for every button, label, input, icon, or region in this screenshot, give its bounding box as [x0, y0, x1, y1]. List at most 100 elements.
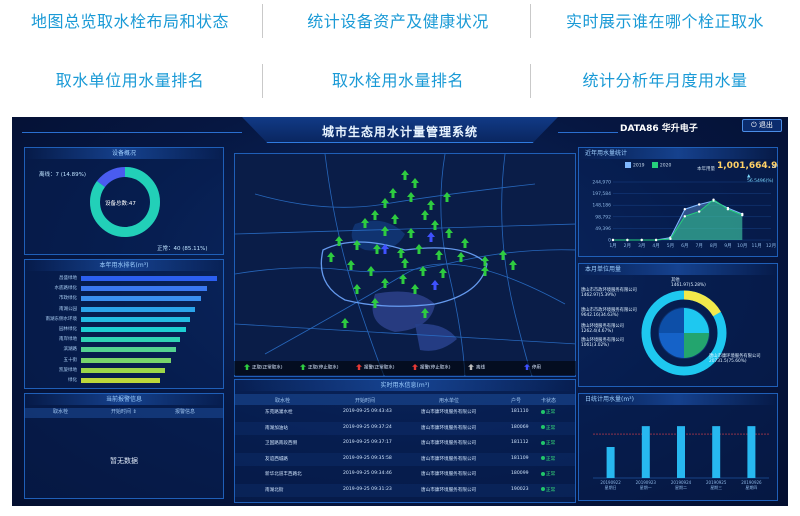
brand-logo: DATA86 华升电子: [620, 124, 698, 134]
legend-item: 停用: [524, 364, 541, 371]
rank-row: 绿化: [31, 377, 223, 384]
map-legend: 正取(正常取水) 正取(停止取水) 报警(正常取水) 报警(停止取水) 离线 停用: [234, 361, 576, 375]
x-tick-label: 7月: [695, 243, 702, 249]
daily-bar-chart: 20190922星期日20190923星期一20190924星期二2019092…: [593, 426, 769, 490]
data-point: [712, 198, 715, 201]
panel-title: 本年用水排名(m³): [25, 260, 223, 271]
rank-row: 园林绿化: [31, 326, 223, 333]
hydrant-arrow-icon: [300, 364, 306, 370]
data-point: [741, 213, 744, 217]
x-tick-label: 9月: [724, 243, 731, 249]
rank-row: 凯旋绿地: [31, 367, 223, 374]
table-cell: 181110: [511, 409, 529, 414]
pie-slice: [659, 308, 684, 333]
status-text: 正常: [546, 472, 556, 477]
unit-usage-panel: 本月单位用量 其他 1461.97(5.28%) 唐山市市政环境服务有限公司 146…: [578, 263, 778, 387]
table-cell: 唐山市康环境服务有限公司: [421, 425, 477, 431]
table-row[interactable]: 友谊西城路 2019-09-25 09:35:58 唐山市康环境服务有限公司 1811…: [235, 452, 575, 466]
y-tick-label: 244,970: [592, 180, 611, 186]
y-tick-label: 148,186: [592, 203, 611, 209]
table-row[interactable]: 南湖加油站 2019-09-25 09:37:24 唐山市康环境服务有限公司 1800…: [235, 421, 575, 435]
rank-bar: [81, 357, 171, 363]
caption-unit-rank: 取水单位用水量排名: [55, 71, 205, 90]
table-row[interactable]: 南湖北街 2019-09-25 09:31:23 唐山市康环境服务有限公司 19002…: [235, 483, 575, 497]
table-cell: 190023: [511, 486, 529, 492]
rank-name: 南湖公园: [59, 306, 77, 312]
caption-hydrant-rank: 取水栓用水量排名: [331, 71, 464, 90]
hydrant-arrow-icon: [244, 364, 250, 370]
pie-label: 唐山市康环境服务有限公司 20731.5(75.60%): [709, 354, 761, 364]
feature-captions: 地图总览取水栓布局和状态 统计设备资产及健康状况 实时展示谁在哪个栓正取水 取水…: [0, 0, 800, 110]
y-tick-label: 197,584: [592, 191, 611, 197]
rank-row: 昌盛绿地: [31, 275, 223, 282]
x-tick-label: 10月: [737, 243, 747, 249]
table-cell: 唐山市康环境服务有限公司: [421, 472, 477, 477]
status-dot-icon: [541, 456, 545, 460]
exit-button[interactable]: ⏻ 退出: [742, 119, 782, 132]
rank-name: 园林绿化: [59, 327, 77, 332]
table-cell: 2019-09-25 09:35:58: [343, 455, 392, 461]
rank-name: 滨湖路: [63, 347, 78, 353]
rank-bar: [81, 286, 208, 292]
rank-bar: [81, 367, 166, 373]
table-cell: 2019-09-25 09:43:43: [343, 409, 392, 414]
panel-title: 日统计用水量(m³): [579, 394, 777, 405]
status-badge: 正常: [541, 456, 555, 462]
panel-title: 近年用水量统计: [579, 148, 777, 159]
panel-title: 当前报警信息: [25, 394, 223, 405]
data-point: [683, 208, 687, 211]
map-canvas: [235, 154, 575, 376]
table-cell: 唐山市康环境服务有限公司: [421, 487, 477, 493]
trend-legend: 2019 2020: [625, 162, 671, 169]
caption-map-overview: 地图总览取水栓布局和状态: [30, 12, 229, 31]
table-cell: 180069: [511, 424, 529, 430]
column-header-sortable[interactable]: 开始时间 ⇕: [111, 408, 137, 415]
hydrant-map[interactable]: [234, 153, 576, 377]
table-row[interactable]: 东苑路灌水栓 2019-09-25 09:43:43 唐山市康环境服务有限公司 181…: [235, 406, 575, 419]
table-row[interactable]: 新华北道丰西路北 2019-09-25 09:34:46 唐山市康环境服务有限公司 1…: [235, 468, 575, 481]
status-badge: 正常: [541, 425, 555, 431]
x-tick-label: 1月: [609, 243, 616, 249]
table-cell: 180099: [511, 471, 529, 476]
status-dot-icon: [541, 440, 545, 445]
header-line: [22, 132, 242, 133]
table-row[interactable]: 卫国路南段西侧 2019-09-25 09:37:17 唐山市康环境服务有限公司 18…: [235, 437, 575, 450]
rank-bar: [81, 337, 181, 343]
status-text: 正常: [546, 487, 556, 493]
pie-label: 唐山市市政环境服务有限公司 9642.16(34.63%): [581, 308, 637, 318]
table-cell: 2019-09-25 09:37:24: [343, 424, 392, 430]
status-badge: 正常: [541, 471, 555, 477]
pie-slice: [684, 333, 709, 358]
column-header: 开始时间: [355, 398, 376, 404]
status-dot-icon: [541, 487, 545, 491]
rank-row: 南岸绿地: [31, 336, 223, 343]
legend-label: 正取(正常取水): [252, 365, 283, 371]
legend-item: 离线: [468, 364, 485, 371]
status-badge: 正常: [541, 409, 555, 415]
dashboard: 城市生态用水计量管理系统 DATA86 华升电子 ⏻ 退出 设备概况 离线：7 …: [12, 117, 788, 506]
table-cell: 唐山市康环境服务有限公司: [421, 456, 477, 462]
status-dot-icon: [541, 471, 545, 476]
trend-panel: 近年用水量统计 2019 2020 本年用量 1,001,664.9 m³ ▲ …: [578, 147, 778, 257]
legend-item: 报警(停止取水): [412, 364, 451, 371]
rank-bar: [81, 327, 186, 332]
legend-label: 正取(停止取水): [308, 365, 339, 371]
pie-label: 其他 1461.97(5.28%): [671, 278, 706, 288]
device-total: 设备总数:47: [105, 201, 136, 207]
legend-label: 停用: [532, 365, 541, 371]
rank-name: 凯旋绿地: [59, 367, 77, 373]
column-header: 卡状态: [541, 398, 557, 404]
table-cell: 新华北道丰西路北: [265, 472, 302, 477]
rank-row: 水底路绿化: [31, 285, 223, 292]
divider: [262, 64, 263, 98]
x-tick-label: 5月: [667, 243, 674, 249]
divider: [530, 64, 531, 98]
divider: [530, 4, 531, 38]
system-title: 城市生态用水计量管理系统: [321, 125, 478, 139]
bar: [677, 426, 685, 478]
column-header: 户号: [511, 398, 522, 404]
data-point: [640, 238, 643, 242]
status-dot-icon: [541, 409, 545, 414]
pie-slice: [659, 333, 684, 358]
rank-row: 南湖东侧水环境: [31, 316, 223, 323]
